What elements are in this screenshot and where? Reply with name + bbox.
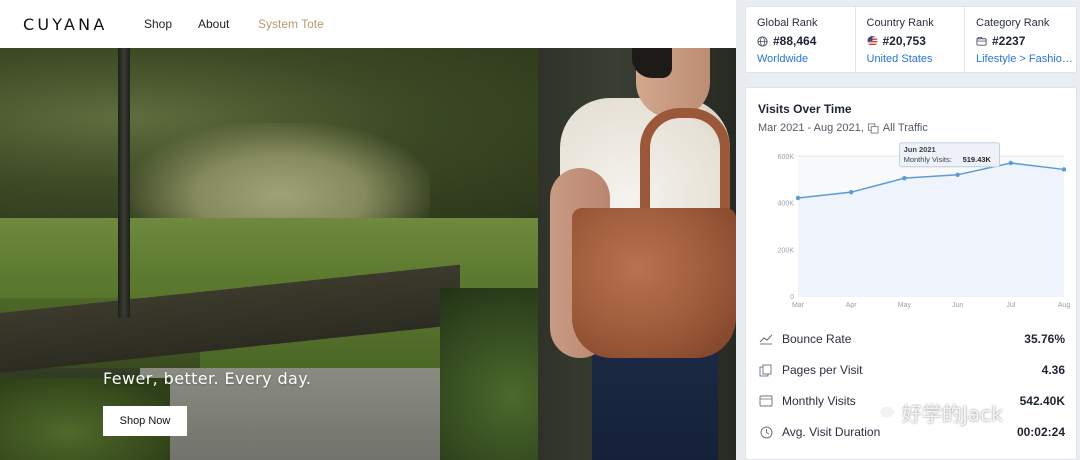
tooltip-title: Jun 2021 — [904, 145, 936, 154]
pages-icon — [758, 362, 774, 378]
nav-system-tote[interactable]: System Tote — [258, 17, 324, 31]
data-point — [1061, 167, 1067, 172]
visits-icon — [758, 393, 774, 409]
visits-chart: 0 200K 400K 600K Mar Apr May Jun Jul Aug Jun 2021M… — [778, 142, 1071, 309]
category-rank-value: #2237 — [992, 34, 1026, 48]
visits-subtitle: Mar 2021 - Aug 2021, All Traffic — [758, 122, 928, 134]
bounce-icon — [758, 331, 774, 347]
brand-logo[interactable]: CUYANA — [23, 15, 107, 34]
x-tick-label: May — [898, 302, 912, 309]
us-flag-icon — [866, 35, 878, 47]
traffic-filter[interactable]: All Traffic — [883, 122, 928, 134]
data-point — [902, 175, 907, 181]
y-tick-label: 600K — [778, 154, 795, 161]
hero-photo-pole — [118, 48, 130, 318]
y-tick-label: 400K — [778, 201, 795, 208]
country-rank: Country Rank #20,753 United States — [856, 7, 965, 72]
global-rank-link[interactable]: Worldwide — [757, 53, 855, 65]
data-point — [955, 172, 960, 177]
global-rank-title: Global Rank — [757, 17, 818, 29]
metric-bounce-rate: Bounce Rate 35.76% — [758, 328, 1078, 350]
x-tick-label: Mar — [792, 302, 805, 309]
global-rank: Global Rank #88,464 Worldwide — [746, 7, 856, 72]
category-rank: Category Rank #2237 Lifestyle > Fashion … — [965, 7, 1076, 72]
hero-banner — [0, 48, 736, 460]
x-tick-label: Aug — [1058, 302, 1071, 309]
x-tick-label: Jul — [1006, 302, 1015, 309]
tooltip-value: 519.43K — [963, 155, 992, 164]
wechat-icon — [870, 399, 896, 426]
metric-value: 35.76% — [1024, 332, 1065, 346]
metric-value: 00:02:24 — [1016, 425, 1065, 439]
watermark: 好学的Jack — [870, 398, 1003, 427]
traffic-icon — [867, 123, 879, 134]
nav-shop[interactable]: Shop — [144, 17, 172, 31]
data-point — [849, 189, 854, 195]
metric-label: Pages per Visit — [782, 363, 863, 377]
nav-about[interactable]: About — [198, 17, 229, 31]
y-tick-label: 200K — [778, 247, 795, 254]
watermark-text: 好学的Jack — [902, 402, 1003, 426]
tooltip-label: Monthly Visits: — [904, 155, 952, 164]
traffic-panel: Global Rank #88,464 Worldwide Country Ra… — [736, 0, 1080, 460]
data-point — [795, 195, 801, 201]
metric-value: 4.36 — [1041, 363, 1065, 377]
y-tick-label: 0 — [790, 294, 794, 301]
x-tick-label: Apr — [846, 302, 858, 309]
global-rank-value: #88,464 — [773, 34, 817, 48]
rank-card: Global Rank #88,464 Worldwide Country Ra… — [745, 6, 1077, 73]
metric-value: 542.40K — [1019, 394, 1065, 408]
metric-label: Monthly Visits — [782, 394, 856, 408]
category-rank-link[interactable]: Lifestyle > Fashion and Apparel — [976, 53, 1076, 65]
country-rank-link[interactable]: United States — [867, 53, 965, 65]
country-rank-title: Country Rank — [866, 17, 934, 29]
date-range: Mar 2021 - Aug 2021, — [758, 122, 864, 134]
metric-pages-per-visit: Pages per Visit 4.36 — [758, 359, 1078, 381]
globe-icon — [757, 35, 768, 47]
site-header: CUYANA Shop About System Tote — [0, 0, 736, 48]
hero-photo-tote-bag — [572, 208, 736, 358]
hero-tagline: Fewer, better. Every day. — [103, 369, 312, 388]
metric-label: Bounce Rate — [782, 332, 852, 346]
category-icon — [976, 36, 987, 47]
x-tick-label: Jun — [952, 302, 963, 309]
category-rank-title: Category Rank — [976, 17, 1050, 29]
metric-label: Avg. Visit Duration — [782, 425, 881, 439]
country-rank-value: #20,753 — [882, 34, 926, 48]
data-point — [1008, 160, 1013, 166]
shop-now-button[interactable]: Shop Now — [103, 406, 187, 436]
visits-title: Visits Over Time — [758, 102, 852, 116]
clock-icon — [758, 424, 774, 440]
